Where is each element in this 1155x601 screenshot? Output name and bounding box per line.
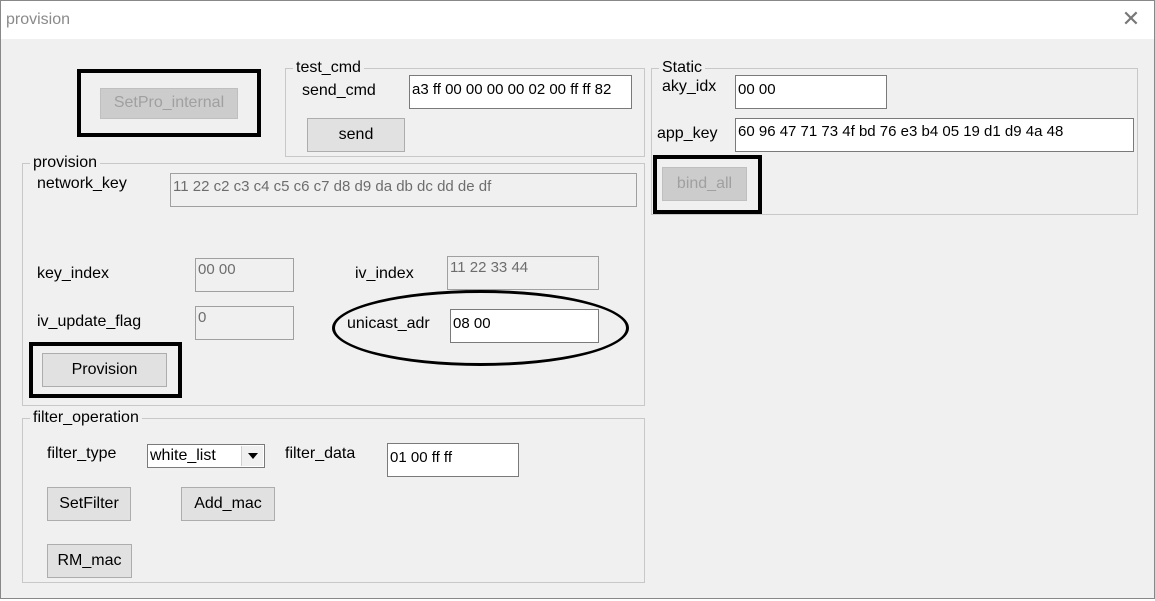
aky-idx-label: aky_idx — [662, 78, 717, 95]
highlight-ellipse-unicast — [332, 290, 629, 366]
filter-type-label: filter_type — [47, 445, 117, 462]
filter-type-select[interactable]: white_list — [147, 444, 265, 468]
network-key-input[interactable]: 11 22 c2 c3 c4 c5 c6 c7 d8 d9 da db dc d… — [170, 173, 637, 207]
rm-mac-button[interactable]: RM_mac — [47, 544, 132, 578]
static-group-title: Static — [659, 60, 706, 76]
add-mac-button[interactable]: Add_mac — [181, 487, 275, 521]
key-index-label: key_index — [37, 265, 110, 282]
iv-index-label: iv_index — [355, 265, 414, 282]
dropdown-arrow-icon[interactable] — [241, 446, 263, 466]
provision-dialog: provision ✕ SetPro_internal test_cmd sen… — [0, 0, 1155, 599]
test-cmd-group-title: test_cmd — [293, 60, 364, 76]
provision-group-title: provision — [30, 155, 101, 171]
filter-operation-group-title: filter_operation — [30, 410, 142, 426]
title-bar: provision ✕ — [1, 1, 1154, 39]
highlight-box-provision — [29, 342, 182, 398]
setfilter-button[interactable]: SetFilter — [47, 487, 131, 521]
window-title: provision — [6, 11, 71, 28]
app-key-label: app_key — [657, 125, 718, 142]
iv-update-flag-input[interactable]: 0 — [195, 306, 294, 340]
filter-type-value: white_list — [150, 447, 216, 464]
send-button[interactable]: send — [307, 118, 405, 152]
highlight-box-setpro — [77, 69, 261, 137]
filter-data-input[interactable]: 01 00 ff ff — [387, 443, 519, 477]
iv-index-input[interactable]: 11 22 33 44 — [447, 256, 599, 290]
highlight-box-bind-all — [653, 155, 762, 214]
aky-idx-input[interactable]: 00 00 — [735, 75, 887, 109]
filter-data-label: filter_data — [285, 445, 356, 462]
send-cmd-label: send_cmd — [302, 82, 376, 99]
key-index-input[interactable]: 00 00 — [195, 258, 294, 292]
network-key-label: network_key — [37, 175, 127, 192]
close-icon[interactable]: ✕ — [1120, 7, 1142, 31]
send-cmd-input[interactable]: a3 ff 00 00 00 00 02 00 ff ff 82 — [409, 75, 632, 109]
iv-update-flag-label: iv_update_flag — [37, 313, 142, 330]
app-key-input[interactable]: 60 96 47 71 73 4f bd 76 e3 b4 05 19 d1 d… — [735, 118, 1134, 152]
